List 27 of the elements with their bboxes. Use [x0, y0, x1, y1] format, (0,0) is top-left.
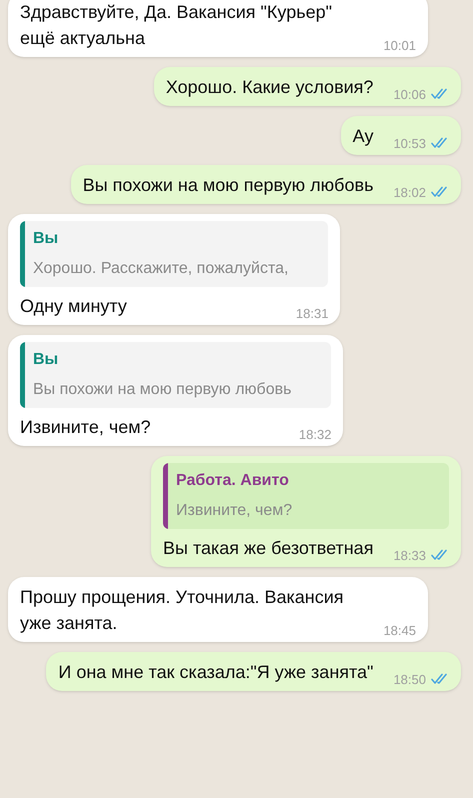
message-time: 18:32: [298, 426, 332, 444]
message-text: Вы похожи на мою первую любовь: [82, 174, 374, 197]
message-time: 18:02: [393, 184, 426, 202]
message-time: 18:50: [393, 670, 426, 688]
quote-author: Вы: [33, 350, 60, 370]
quote-author: Работа. Авито: [176, 471, 290, 491]
message-text: Вы такая же безответная: [163, 537, 374, 560]
message-text: Ау: [352, 125, 374, 148]
message-text: Здравствуйте, Да. Вакансия "Курьер" ещё актуальна: [20, 1, 333, 50]
message-text: Одну минуту: [20, 295, 127, 318]
message-time: 10:01: [383, 36, 416, 54]
quote-text: Хорошо. Расскажите, пожалуйста,: [33, 259, 288, 279]
quoted-message[interactable]: Вы Вы похожи на мою первую любовь: [20, 342, 332, 408]
message-time: 10:06: [393, 86, 426, 104]
message-time: 18:45: [383, 622, 416, 640]
message-text: Извините, чем?: [20, 416, 151, 439]
quote-text: Извините, чем?: [176, 501, 292, 521]
message-time: 10:53: [393, 134, 426, 152]
quote-text: Вы похожи на мою первую любовь: [33, 380, 292, 400]
quote-author: Вы: [33, 229, 60, 249]
message-time: 18:33: [393, 546, 426, 564]
message-text: И она мне так сказала:"Я уже занята": [58, 661, 374, 684]
message-text: Хорошо. Какие условия?: [166, 76, 374, 99]
message-time: 18:31: [296, 304, 328, 322]
message-text: Прошу прощения. Уточнила. Вакансия уже занята.: [20, 586, 345, 635]
quoted-message[interactable]: Вы Хорошо. Расскажите, пожалуйста,: [20, 221, 328, 287]
quoted-message[interactable]: Работа. Авито Извините, чем?: [163, 463, 449, 529]
